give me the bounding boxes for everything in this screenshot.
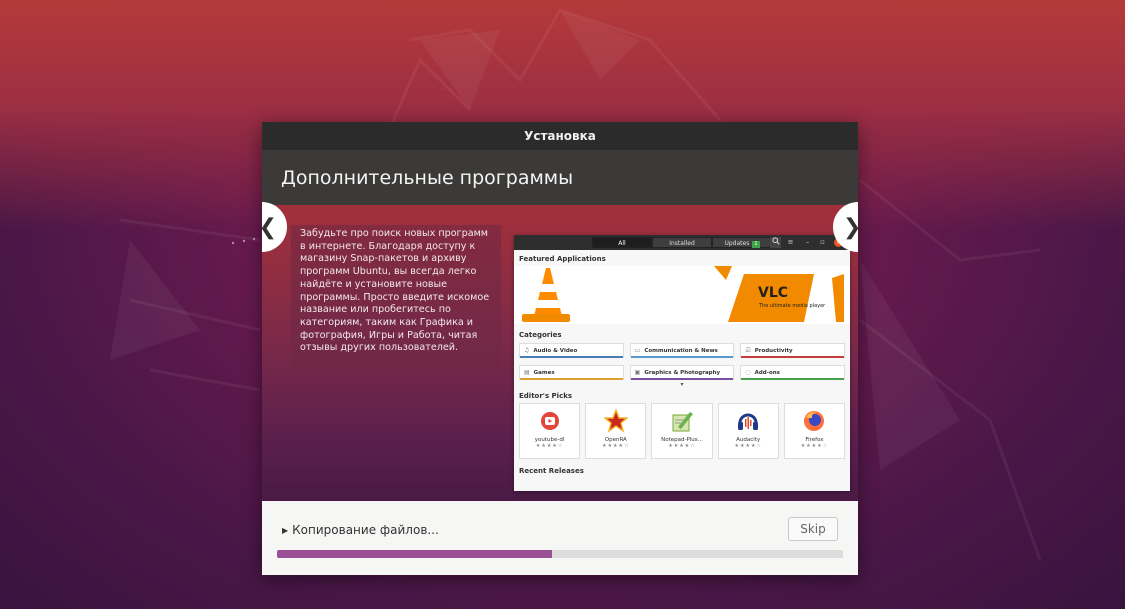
pick-stars: ★★★★☆ [800, 443, 829, 449]
puzzle-icon: ◌ [745, 369, 751, 376]
document-icon: ☑ [745, 347, 751, 354]
store-headerbar: All Installed Updates1 ≡ – ▫ × [514, 235, 850, 250]
pick-stars: ★★★★☆ [734, 443, 762, 449]
store-tab-all: All [592, 237, 652, 248]
pick-stars: ★★★★☆ [535, 443, 564, 449]
category-label: Games [533, 369, 555, 376]
skip-button[interactable]: Skip [788, 517, 838, 541]
store-tab-installed: Installed [652, 237, 712, 248]
editors-picks: youtube-dl ★★★★☆ OpenRA ★★★★☆ Notepad-Pl… [519, 403, 846, 459]
openra-icon [603, 409, 628, 433]
editors-picks-title: Editor's Picks [519, 392, 573, 400]
slideshow: Забудьте про поиск новых программ в инте… [262, 205, 858, 501]
vlc-banner-art: VLC The ultimate media player [522, 266, 844, 322]
expand-categories-icon: ▾ [680, 381, 684, 388]
recent-releases-title: Recent Releases [519, 467, 584, 475]
progress-bar [277, 550, 843, 558]
minimize-icon: – [805, 238, 810, 246]
notepad-plus-icon [672, 412, 693, 432]
category-label: Graphics & Photography [644, 369, 721, 376]
category-productivity: ☑ Productivity [740, 343, 845, 358]
progress-bar-fill [277, 550, 552, 558]
page-header: Дополнительные программы [262, 150, 858, 205]
pick-stars: ★★★★☆ [668, 443, 696, 449]
featured-title: Featured Applications [519, 255, 606, 263]
store-tabs: All Installed Updates 1 [592, 237, 772, 248]
categories-grid: ♫ Audio & Video ▭ Communication & News ☑ Pr… [519, 343, 845, 380]
category-games: ▤ Games [519, 365, 624, 380]
pick-card: OpenRA ★★★★☆ [585, 403, 647, 459]
gamepad-icon: ▤ [524, 369, 530, 376]
category-label: Communication & News [644, 347, 718, 354]
search-icon [770, 237, 781, 248]
chat-icon: ▭ [634, 347, 641, 354]
image-icon: ▣ [634, 369, 641, 376]
category-addons: ◌ Add-ons [740, 365, 845, 380]
window-titlebar: Установка [262, 122, 858, 150]
youtube-dl-icon [540, 412, 559, 430]
menu-icon: ≡ [787, 238, 794, 246]
maximize-icon: ▫ [820, 238, 825, 246]
pick-stars: ★★★★☆ [602, 443, 630, 449]
progress-footer: ▶ Копирование файлов... Skip [262, 501, 858, 575]
window-title: Установка [524, 129, 596, 143]
store-tab-updates-label: Updates [724, 240, 750, 247]
category-audio-video: ♫ Audio & Video [519, 343, 624, 358]
featured-banner: VLC The ultimate media player [514, 266, 850, 324]
music-icon: ♫ [524, 347, 530, 354]
banner-title: VLC [758, 285, 788, 301]
store-tab-updates: Updates 1 [712, 237, 772, 248]
pick-card: Audacity ★★★★☆ [717, 403, 779, 459]
installer-window: Установка Дополнительные программы Забуд… [262, 122, 858, 575]
page-title: Дополнительные программы [281, 166, 574, 189]
pick-card: Notepad-Plus... ★★★★☆ [651, 403, 713, 459]
pick-card: youtube-dl ★★★★☆ [519, 403, 581, 459]
firefox-icon [804, 411, 825, 431]
category-label: Productivity [754, 347, 793, 354]
category-communication: ▭ Communication & News [629, 343, 735, 358]
category-label: Audio & Video [533, 347, 578, 354]
slide-description: Забудьте про поиск новых программ в инте… [291, 225, 501, 367]
audacity-icon [738, 413, 759, 430]
status-text: Копирование файлов... [292, 523, 439, 537]
updates-badge: 1 [752, 241, 760, 248]
category-graphics: ▣ Graphics & Photography [629, 365, 735, 380]
status-expander[interactable]: ▶ Копирование файлов... [282, 523, 439, 537]
pick-card: Firefox ★★★★☆ [783, 403, 846, 459]
banner-subtitle: The ultimate media player [758, 303, 826, 309]
expander-arrow-icon: ▶ [282, 525, 289, 535]
software-store-screenshot: All Installed Updates1 ≡ – ▫ × Featured … [514, 235, 850, 491]
category-label: Add-ons [754, 369, 780, 376]
categories-title: Categories [519, 331, 562, 339]
